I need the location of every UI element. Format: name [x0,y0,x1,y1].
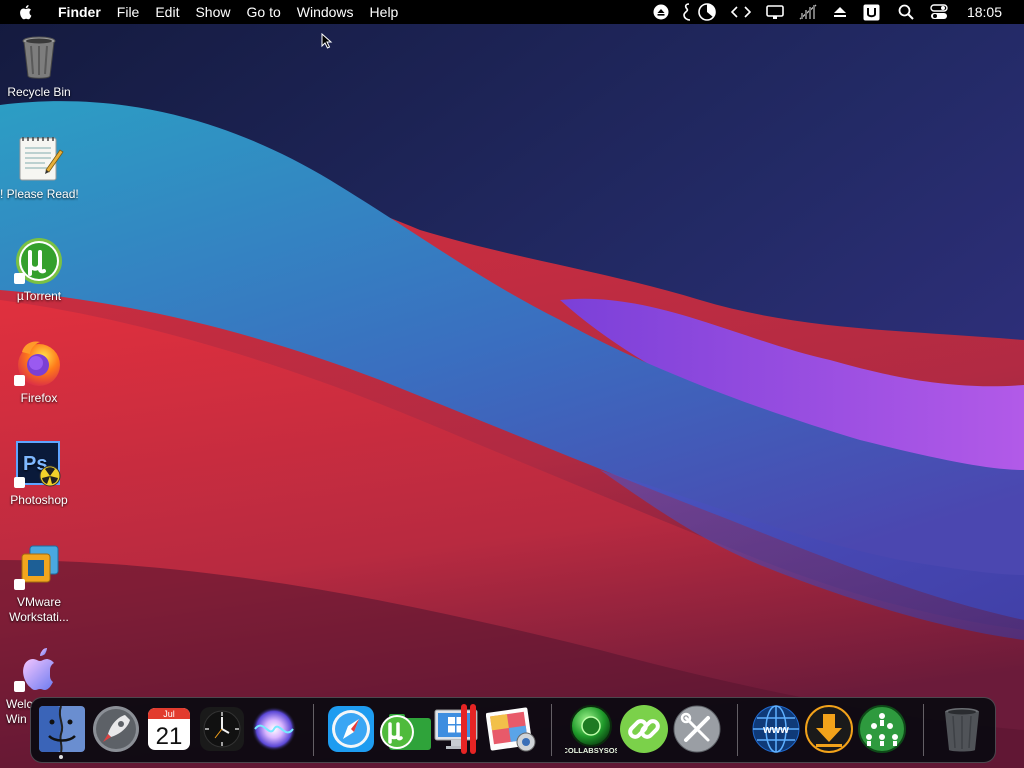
utorrent-icon [14,236,64,286]
firefox-icon [14,338,64,388]
desktop-icon-recycle-bin[interactable]: Recycle Bin [0,32,78,100]
desktop-icon-label: Firefox [20,391,58,405]
search-icon[interactable] [896,2,916,22]
dock-siri-icon[interactable] [249,704,299,754]
status-area: 18:05 [638,0,1024,24]
control-center-icon[interactable] [929,2,949,22]
desktop-icon-label: Recycle Bin [7,85,71,99]
mute-icon[interactable] [798,2,818,22]
mouse-cursor-icon [321,32,333,55]
recycle-bin-icon [14,32,64,82]
desktop-icon-photoshop[interactable]: Ps Photoshop [0,440,78,508]
dock-boot-camp-icon[interactable] [433,704,483,754]
desktop-icon-label: Photoshop [10,493,68,507]
vmware-icon [14,542,64,592]
shortcut-arrow-icon [14,579,25,590]
dock-calendar-icon[interactable]: Jul 21 [144,704,194,754]
dock-clock-icon[interactable] [197,704,247,754]
calendar-month: Jul [163,709,175,719]
menu-help[interactable]: Help [370,0,399,24]
dock-separator [551,704,552,756]
upload-icon[interactable] [830,2,850,22]
dock-downloader-icon[interactable] [804,704,854,754]
dock-separator [313,704,314,756]
pie-chart-icon[interactable] [697,2,717,22]
dock-collabsysos-icon[interactable]: COLLABSYSOS [562,704,620,755]
menu-windows[interactable]: Windows [297,0,354,24]
dock-safari-icon[interactable] [326,704,376,754]
shortcut-arrow-icon [14,273,25,284]
dock-utorrent-icon[interactable] [379,704,431,754]
shortcut-arrow-icon [14,681,25,692]
desktop-icon-label: VMware [16,595,61,609]
dock-trash-icon[interactable] [937,704,987,754]
dock-network-icon[interactable] [857,704,907,754]
menu-edit[interactable]: Edit [155,0,179,24]
shortcut-arrow-icon [14,375,25,386]
shortcut-arrow-icon [14,477,25,488]
eject-icon[interactable] [651,2,671,22]
svg-text:www: www [762,724,789,736]
dock: Jul 21 COLLABSYSOS www [30,697,996,763]
dock-image-capture-icon[interactable] [485,704,536,754]
desktop-icon-label: Workstati... [9,610,69,624]
u-badge-icon[interactable] [862,2,882,22]
dock-separator [737,704,738,756]
menu-go-to[interactable]: Go to [247,0,281,24]
menu-finder[interactable]: Finder [58,0,101,24]
menu-file[interactable]: File [117,0,140,24]
collabsysos-label: COLLABSYSOS [565,746,617,755]
dock-launchpad-icon[interactable] [91,704,141,754]
desktop-icon-label: µTorrent [16,289,62,303]
calendar-day: 21 [156,723,183,750]
dock-link-icon[interactable] [619,704,669,754]
desktop-icon-vmware[interactable]: VMware Workstati... [0,542,78,625]
desktop-icon-utorrent[interactable]: µTorrent [0,236,78,304]
dock-www-globe-icon[interactable]: www [750,704,800,754]
notepad-icon [14,134,64,184]
dock-finder-icon[interactable] [37,704,87,754]
display-icon[interactable] [765,2,785,22]
menu-bar: Finder File Edit Show Go to Windows Help [0,0,1024,24]
photoshop-icon: Ps [14,440,64,490]
apple-welcome-icon [14,644,64,694]
code-brackets-icon[interactable] [730,2,751,22]
script-icon[interactable] [681,2,693,22]
desktop-icon-label: ! Please Read! [0,187,78,201]
desktop-icon-firefox[interactable]: Firefox [0,338,78,406]
menubar-clock[interactable]: 18:05 [967,4,1002,20]
dock-tools-icon[interactable] [672,704,722,754]
desktop-icon-please-read[interactable]: ! Please Read! [0,134,78,202]
desktop-wallpaper [0,0,1024,768]
dock-separator [923,704,924,756]
menu-show[interactable]: Show [195,0,230,24]
finder-running-indicator [59,755,63,759]
apple-menu-icon[interactable] [18,4,38,20]
